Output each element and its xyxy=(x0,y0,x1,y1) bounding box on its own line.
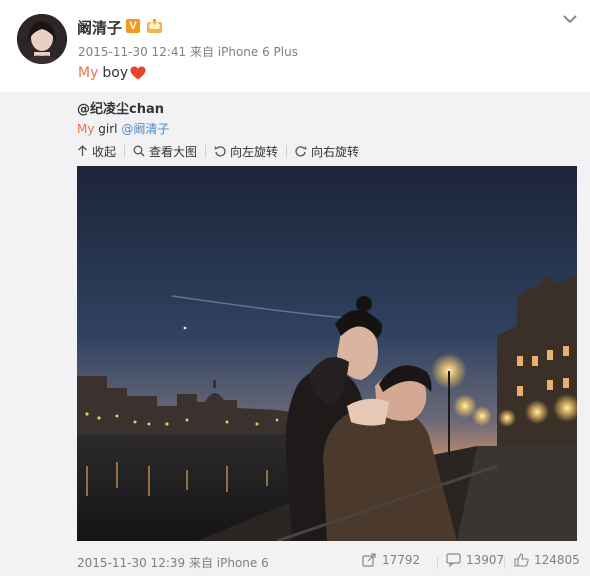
comment-button[interactable]: 13907 xyxy=(446,553,504,567)
rotate-right-button[interactable]: 向右旋转 xyxy=(295,143,359,160)
original-text-my: My xyxy=(77,122,95,136)
collapse-button[interactable]: 收起 xyxy=(77,143,116,160)
original-text-girl: girl xyxy=(98,122,118,136)
repost-icon xyxy=(362,553,376,567)
member-crown-icon[interactable] xyxy=(146,18,163,34)
chevron-down-icon[interactable] xyxy=(561,12,579,26)
author-name[interactable]: 阚清子 xyxy=(77,17,122,38)
mention-link[interactable]: @阚清子 xyxy=(121,122,169,136)
comment-count: 13907 xyxy=(466,553,505,567)
footer-divider xyxy=(504,557,505,569)
avatar[interactable] xyxy=(17,14,67,64)
rotate-right-icon xyxy=(295,146,307,157)
original-author[interactable]: @纪凌尘chan xyxy=(77,98,164,117)
like-count: 124805 xyxy=(534,553,580,567)
search-icon xyxy=(133,145,145,157)
toolbar-divider xyxy=(124,145,126,157)
repost-footer: 2015-11-30 12:39 来自 iPhone 6 17792 13907… xyxy=(77,553,582,573)
rotate-left-icon xyxy=(214,146,226,157)
repost-box: @纪凌尘chan My girl @阚清子 收起 查看大图 向左旋转 向右旋转 … xyxy=(0,92,590,576)
original-text: My girl @阚清子 xyxy=(77,120,169,137)
post-meta: 2015-11-30 12:41 来自 iPhone 6 Plus xyxy=(78,45,298,59)
collapse-label: 收起 xyxy=(92,144,117,159)
toolbar-divider xyxy=(286,145,288,157)
heart-icon xyxy=(130,66,146,80)
image-toolbar: 收起 查看大图 向左旋转 向右旋转 xyxy=(77,142,359,160)
view-large-button[interactable]: 查看大图 xyxy=(133,143,197,160)
comment-icon xyxy=(446,553,461,567)
verified-badge-icon[interactable]: V xyxy=(126,19,140,33)
like-icon xyxy=(514,553,529,567)
post-text-boy: boy xyxy=(102,65,129,81)
post-photo[interactable] xyxy=(77,166,577,541)
post-text-my: My xyxy=(78,65,99,81)
repost-count: 17792 xyxy=(382,553,421,567)
post-header: 阚清子 V 2015-11-30 12:41 来自 iPhone 6 Plus … xyxy=(0,0,590,92)
toolbar-divider xyxy=(205,145,207,157)
collapse-icon xyxy=(78,145,87,156)
post-text: My boy xyxy=(78,65,146,81)
original-time: 2015-11-30 12:39 来自 iPhone 6 xyxy=(77,556,269,570)
like-button[interactable]: 124805 xyxy=(514,553,580,567)
repost-button[interactable]: 17792 xyxy=(362,553,420,567)
rotate-left-button[interactable]: 向左旋转 xyxy=(214,143,278,160)
rotate-left-label: 向左旋转 xyxy=(230,144,279,159)
rotate-right-label: 向右旋转 xyxy=(311,144,360,159)
footer-divider xyxy=(437,557,438,569)
view-large-label: 查看大图 xyxy=(149,144,198,159)
